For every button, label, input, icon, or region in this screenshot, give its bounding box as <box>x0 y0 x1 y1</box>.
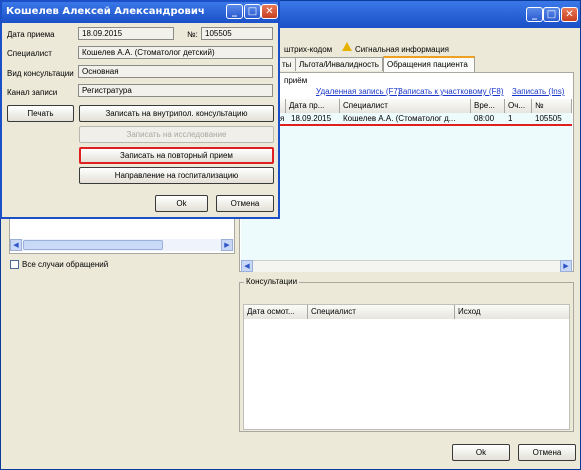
channel-field[interactable]: Регистратура <box>78 84 273 97</box>
cell-queue: 1 <box>508 114 513 123</box>
col-number[interactable]: № <box>532 99 572 113</box>
barcode-label[interactable]: штрих-кодом <box>284 45 332 54</box>
all-cases-checkbox[interactable] <box>10 260 19 269</box>
col-consult-specialist[interactable]: Специалист <box>308 305 455 319</box>
visit-dialog: Кошелев Алексей Александрович _ □ ✕ Дата… <box>0 0 280 219</box>
cell-time: 08:00 <box>474 114 495 123</box>
cell-specialist: Кошелев А.А. (Стоматолог д... <box>343 114 456 123</box>
main-cancel-button[interactable]: Отмена <box>518 444 576 461</box>
repeat-visit-button[interactable]: Записать на повторный прием <box>79 147 274 164</box>
col-exam-date[interactable]: Дата осмот... <box>244 305 308 319</box>
dialog-minimize-button[interactable]: _ <box>226 4 243 19</box>
col-outcome[interactable]: Исход <box>455 305 569 319</box>
consult-type-field[interactable]: Основная <box>78 65 273 78</box>
left-scroll-right-icon[interactable]: ▶ <box>221 239 233 251</box>
all-cases-label: Все случаи обращений <box>22 260 109 269</box>
number-label: №: <box>187 30 198 39</box>
main-maximize-button[interactable]: □ <box>543 7 560 22</box>
warning-icon <box>342 42 352 51</box>
consult-table: Дата осмот... Специалист Исход <box>243 304 570 430</box>
tab-benefits[interactable]: Льгота/Инвалидность <box>295 57 383 71</box>
left-scroll-thumb[interactable] <box>23 240 163 250</box>
dialog-cancel-button[interactable]: Отмена <box>216 195 274 212</box>
internal-consult-button[interactable]: Записать на внутрипол. консультацию <box>79 105 274 122</box>
cell-date: 18.09.2015 <box>291 114 332 123</box>
consult-group-label: Консультации <box>244 277 300 286</box>
tab-partial[interactable]: ты <box>279 57 296 71</box>
col-time[interactable]: Вре... <box>471 99 505 113</box>
visits-table-header: Дата пр... Специалист Вре... Оч... № <box>241 99 572 113</box>
dialog-maximize-button[interactable]: □ <box>244 4 261 19</box>
specialist-field[interactable]: Кошелев А.А. (Стоматолог детский) <box>78 46 273 59</box>
col-queue[interactable]: Оч... <box>505 99 532 113</box>
date-label: Дата приема <box>7 30 55 39</box>
number-field[interactable]: 105505 <box>201 27 273 40</box>
main-close-button[interactable]: ✕ <box>561 7 578 22</box>
signal-info-label[interactable]: Сигнальная информация <box>355 45 449 54</box>
remote-record-link[interactable]: Удаленная запись (F7) <box>316 87 401 96</box>
main-ok-button[interactable]: Ok <box>452 444 510 461</box>
hospitalization-button[interactable]: Направление на госпитализацию <box>79 167 274 184</box>
specialist-label: Специалист <box>7 49 52 58</box>
cell-prefix: я <box>280 114 285 123</box>
dialog-close-button[interactable]: ✕ <box>261 4 278 19</box>
date-field[interactable]: 18.09.2015 <box>78 27 174 40</box>
record-district-link[interactable]: Записать к участковому (F8) <box>398 87 504 96</box>
scroll-right-icon[interactable]: ▶ <box>560 260 572 272</box>
col-specialist[interactable]: Специалист <box>340 99 471 113</box>
cell-number: 105505 <box>535 114 562 123</box>
dialog-ok-button[interactable]: Ok <box>155 195 208 212</box>
visits-hscrollbar[interactable] <box>241 260 572 272</box>
research-button[interactable]: Записать на исследование <box>79 126 274 143</box>
visits-table: Дата пр... Специалист Вре... Оч... № я 1… <box>241 99 572 260</box>
main-minimize-button[interactable]: _ <box>526 7 543 22</box>
left-scroll-left-icon[interactable]: ◀ <box>10 239 22 251</box>
channel-label: Канал записи <box>7 88 58 97</box>
col-date[interactable]: Дата пр... <box>286 99 340 113</box>
tab-patient-visits[interactable]: Обращения пациента <box>383 56 475 72</box>
scroll-left-icon[interactable]: ◀ <box>241 260 253 272</box>
print-button[interactable]: Печать <box>7 105 74 122</box>
dialog-title: Кошелев Алексей Александрович <box>6 6 205 17</box>
visits-group-label: приём <box>284 76 308 85</box>
record-link[interactable]: Записать (Ins) <box>512 87 564 96</box>
consult-type-label: Вид консультации <box>7 69 74 78</box>
table-row[interactable]: я 18.09.2015 Кошелев А.А. (Стоматолог д.… <box>241 113 572 126</box>
